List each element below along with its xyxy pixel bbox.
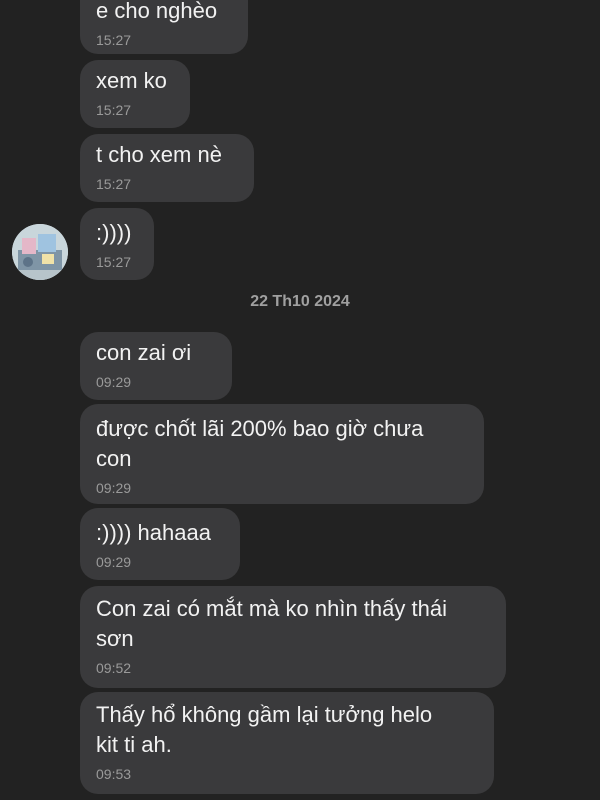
message-bubble[interactable]: :)))) hahaaa 09:29 [80, 508, 240, 580]
message-timestamp: 09:53 [96, 766, 132, 782]
message-text: Thấy hổ không gầm lại tưởng helo kit ti … [96, 702, 433, 757]
message-bubble[interactable]: con zai ơi 09:29 [80, 332, 232, 400]
message-text: t cho xem nè [96, 142, 222, 167]
user-avatar-image [12, 224, 68, 280]
message-bubble[interactable]: được chốt lãi 200% bao giờ chưa con 09:2… [80, 404, 484, 504]
message-timestamp: 15:27 [96, 254, 132, 270]
message-timestamp: 09:29 [96, 374, 132, 390]
message-text: e cho nghèo [96, 0, 218, 23]
message-timestamp: 09:29 [96, 554, 132, 570]
message-bubble[interactable]: Con zai có mắt mà ko nhìn thấy thái sơn … [80, 586, 506, 688]
message-text: :)))) hahaaa [96, 520, 211, 545]
contact-avatar[interactable] [12, 224, 68, 280]
message-timestamp: 15:27 [96, 32, 132, 48]
message-text: được chốt lãi 200% bao giờ chưa con [96, 416, 424, 471]
message-text: Con zai có mắt mà ko nhìn thấy thái sơn [96, 596, 447, 651]
message-text: xem ko [96, 68, 167, 93]
message-timestamp: 09:29 [96, 480, 132, 496]
message-timestamp: 15:27 [96, 102, 132, 118]
message-bubble[interactable]: xem ko 15:27 [80, 60, 190, 128]
message-text: con zai ơi [96, 340, 192, 365]
message-bubble[interactable]: e cho nghèo 15:27 [80, 0, 248, 54]
message-bubble[interactable]: Thấy hổ không gầm lại tưởng helo kit ti … [80, 692, 494, 794]
message-text: :)))) [96, 220, 132, 245]
message-timestamp: 09:52 [96, 660, 132, 676]
message-bubble[interactable]: t cho xem nè 15:27 [80, 134, 254, 202]
date-separator: 22 Th10 2024 [250, 293, 350, 310]
message-bubble[interactable]: :)))) 15:27 [80, 208, 154, 280]
message-timestamp: 15:27 [96, 176, 132, 192]
